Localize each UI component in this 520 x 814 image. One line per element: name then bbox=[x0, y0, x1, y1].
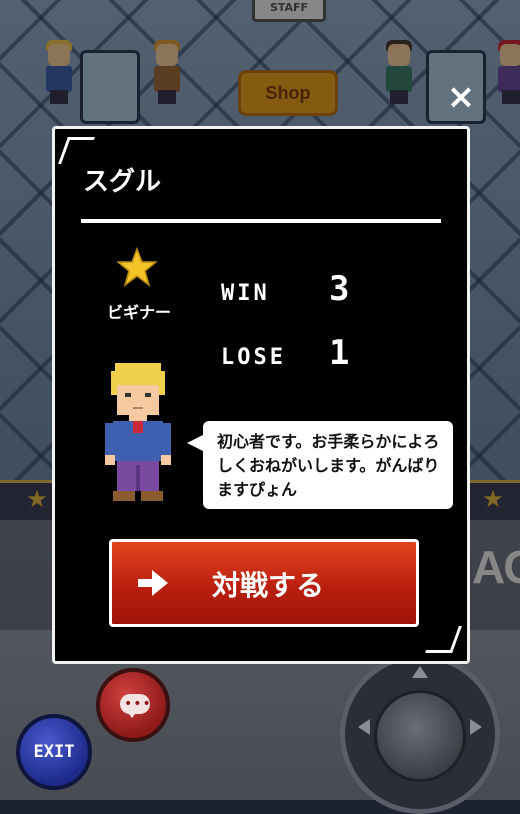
joystick-arrows-icon bbox=[358, 666, 482, 735]
player-message: 初心者です。お手柔らかによろしくおねがいします。がんばりますぴょん bbox=[217, 432, 440, 499]
lose-count: 1 bbox=[329, 333, 350, 373]
arrow-right-icon bbox=[138, 570, 168, 596]
corner-decoration bbox=[58, 137, 95, 164]
star-icon bbox=[117, 247, 157, 287]
player-avatar bbox=[105, 363, 171, 501]
win-count: 3 bbox=[329, 269, 350, 309]
speech-bubble: 初心者です。お手柔らかによろしくおねがいします。がんばりますぴょん bbox=[187, 421, 453, 509]
dots-icon: ••• bbox=[124, 696, 152, 712]
rank-label: ビギナー bbox=[106, 303, 171, 322]
battle-button-label: 対戦する bbox=[212, 569, 325, 602]
chat-button[interactable]: ••• bbox=[96, 668, 170, 742]
battle-button[interactable]: 対戦する bbox=[109, 539, 419, 627]
opponent-dialog: スグル ビギナー WIN 3 LOSE 1 初心者です。お手柔らかによろしくおね… bbox=[52, 126, 470, 664]
player-name: スグル bbox=[83, 167, 162, 197]
divider bbox=[81, 219, 441, 223]
exit-button[interactable]: EXIT bbox=[16, 714, 92, 790]
win-label: WIN bbox=[221, 281, 270, 306]
lose-label: LOSE bbox=[221, 345, 286, 370]
close-icon[interactable]: × bbox=[444, 80, 478, 114]
corner-decoration bbox=[425, 626, 462, 653]
